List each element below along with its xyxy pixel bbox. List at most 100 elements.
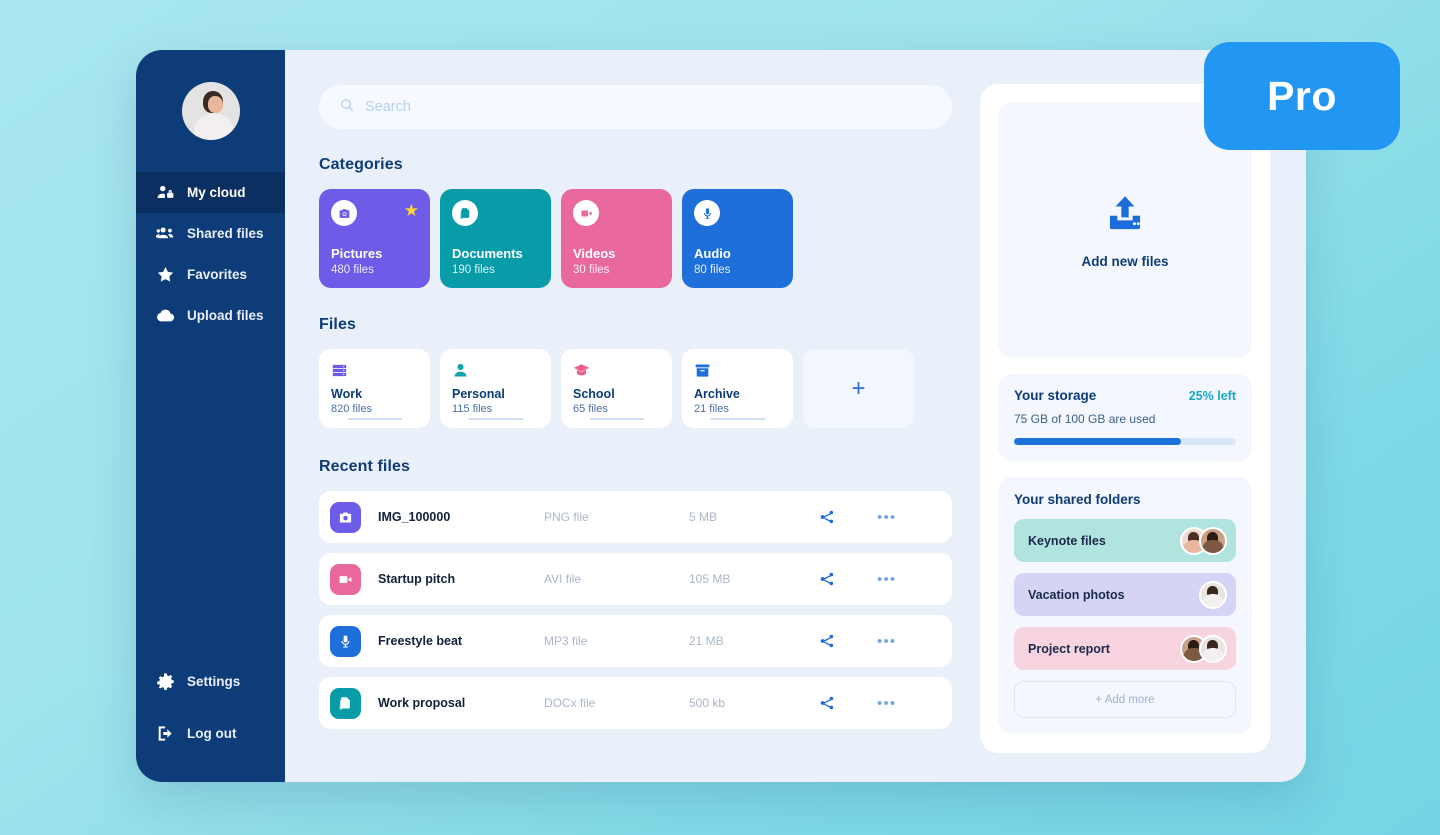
table-row[interactable]: Startup pitch AVI file 105 MB •••	[319, 553, 952, 605]
file-card-count: 21 files	[694, 403, 729, 415]
category-name: Documents	[452, 246, 523, 261]
file-card-personal[interactable]: Personal 115 files	[440, 349, 551, 428]
avatar-group	[1199, 580, 1227, 609]
file-card-name: School	[573, 387, 615, 401]
more-options-icon[interactable]: •••	[877, 696, 896, 711]
storage-header: Your storage 25% left	[1014, 388, 1236, 403]
sidebar-item-label: My cloud	[187, 185, 246, 200]
table-row[interactable]: Freestyle beat MP3 file 21 MB •••	[319, 615, 952, 667]
more-options-icon[interactable]: •••	[877, 510, 896, 525]
sidebar-item-my-cloud[interactable]: My cloud	[136, 172, 285, 213]
share-icon[interactable]	[819, 633, 877, 649]
sidebar: My cloud Shared files Favorites Upload f…	[136, 50, 285, 782]
file-card-school[interactable]: School 65 files	[561, 349, 672, 428]
shared-folder-name: Keynote files	[1028, 533, 1106, 548]
avatar	[1199, 526, 1227, 555]
shared-folder-project-report[interactable]: Project report	[1014, 627, 1236, 670]
category-card-pictures[interactable]: ★ Pictures 480 files	[319, 189, 430, 288]
category-name: Pictures	[331, 246, 383, 261]
file-card-count: 820 files	[331, 403, 372, 415]
recent-files-title: Recent files	[319, 458, 411, 475]
file-card-work[interactable]: Work 820 files	[319, 349, 430, 428]
file-card-progress	[710, 418, 765, 420]
table-row[interactable]: Work proposal DOCx file 500 kb •••	[319, 677, 952, 729]
category-card-audio[interactable]: Audio 80 files	[682, 189, 793, 288]
more-options-icon[interactable]: •••	[877, 572, 896, 587]
cloud-upload-icon	[156, 306, 175, 325]
avatar	[1199, 634, 1227, 663]
documents-icon	[452, 200, 478, 226]
recent-file-type: AVI file	[544, 572, 582, 586]
shared-folder-keynote-files[interactable]: Keynote files	[1014, 519, 1236, 562]
shared-folders-title: Your shared folders	[1014, 492, 1141, 507]
file-card-archive[interactable]: Archive 21 files	[682, 349, 793, 428]
sidebar-item-upload-files[interactable]: Upload files	[136, 295, 285, 336]
sidebar-bottom-nav: Settings Log out	[136, 661, 285, 782]
file-card-progress	[589, 418, 644, 420]
avatar-body	[1202, 593, 1224, 607]
storage-title: Your storage	[1014, 388, 1097, 403]
sidebar-item-label: Settings	[187, 674, 241, 689]
archive-box-icon	[694, 360, 781, 380]
shared-folder-name: Vacation photos	[1028, 587, 1125, 602]
avatar-body	[1202, 647, 1224, 661]
sidebar-item-label: Shared files	[187, 226, 264, 241]
upload-label: Add new files	[1081, 254, 1169, 269]
camera-icon	[331, 200, 357, 226]
category-card-documents[interactable]: Documents 190 files	[440, 189, 551, 288]
user-avatar[interactable]	[181, 82, 240, 140]
avatar-group	[1180, 526, 1227, 555]
shared-folder-vacation-photos[interactable]: Vacation photos	[1014, 573, 1236, 616]
sidebar-item-settings[interactable]: Settings	[136, 661, 285, 702]
pro-badge[interactable]: Pro	[1204, 42, 1400, 150]
category-count: 80 files	[694, 264, 731, 276]
recent-file-name: IMG_100000	[378, 510, 451, 524]
app-window: My cloud Shared files Favorites Upload f…	[136, 50, 1306, 782]
add-more-button[interactable]: + Add more	[1014, 681, 1236, 718]
storage-widget: Your storage 25% left 75 GB of 100 GB ar…	[998, 374, 1252, 461]
person-icon	[452, 360, 539, 380]
video-icon	[330, 563, 361, 595]
storage-progress-track	[1014, 438, 1236, 445]
recent-file-size: 21 MB	[689, 634, 724, 648]
upload-icon	[1104, 192, 1146, 239]
avatar-body	[1202, 539, 1224, 553]
file-card-name: Work	[331, 387, 363, 401]
storage-left-badge: 25% left	[1188, 389, 1236, 403]
sidebar-item-label: Upload files	[187, 308, 264, 323]
recent-files-list: IMG_100000 PNG file 5 MB ••• Startup pit…	[319, 491, 952, 729]
recent-file-type: MP3 file	[544, 634, 588, 648]
shared-folders-widget: Your shared folders Keynote files Vacati…	[998, 477, 1252, 734]
sidebar-item-label: Favorites	[187, 267, 248, 282]
search-input[interactable]	[365, 99, 932, 115]
search-icon	[339, 97, 355, 118]
more-options-icon[interactable]: •••	[877, 634, 896, 649]
file-card-count: 65 files	[573, 403, 608, 415]
file-card-name: Personal	[452, 387, 505, 401]
categories-title: Categories	[319, 156, 403, 173]
category-name: Videos	[573, 246, 616, 261]
share-icon[interactable]	[819, 509, 877, 525]
add-folder-button[interactable]: +	[803, 349, 914, 428]
sidebar-item-label: Log out	[187, 726, 237, 741]
search-bar[interactable]	[319, 85, 952, 129]
avatar	[1199, 580, 1227, 609]
file-card-count: 115 files	[452, 403, 493, 415]
files-grid: Work 820 files Personal 115 files School…	[319, 349, 952, 428]
users-icon	[156, 224, 175, 243]
logout-icon	[156, 724, 175, 743]
graduation-cap-icon	[573, 360, 660, 380]
microphone-icon	[330, 625, 361, 657]
table-row[interactable]: IMG_100000 PNG file 5 MB •••	[319, 491, 952, 543]
sidebar-item-favorites[interactable]: Favorites	[136, 254, 285, 295]
avatar-wrap	[136, 82, 285, 140]
category-card-videos[interactable]: Videos 30 files	[561, 189, 672, 288]
right-panel: Add new files Your storage 25% left 75 G…	[980, 84, 1270, 753]
microphone-icon	[694, 200, 720, 226]
sidebar-item-shared-files[interactable]: Shared files	[136, 213, 285, 254]
sidebar-item-log-out[interactable]: Log out	[136, 713, 285, 754]
category-count: 190 files	[452, 264, 495, 276]
recent-file-name: Startup pitch	[378, 572, 456, 586]
share-icon[interactable]	[819, 695, 877, 711]
share-icon[interactable]	[819, 571, 877, 587]
